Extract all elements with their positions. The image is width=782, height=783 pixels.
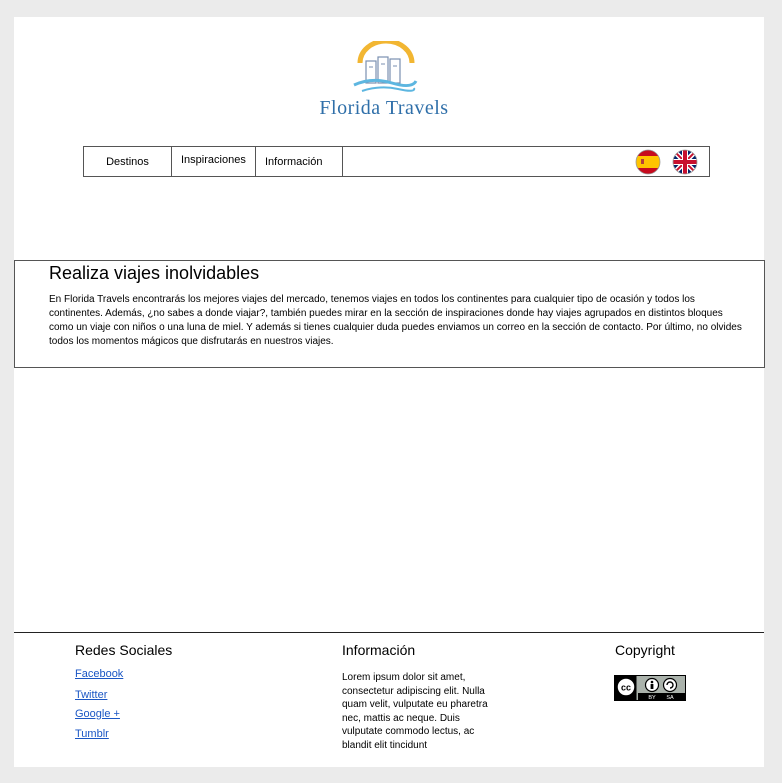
brand-logo[interactable]: Florida Travels: [304, 41, 464, 123]
intro-body: En Florida Travels encontrarás los mejor…: [49, 294, 742, 347]
social-title: Redes Sociales: [75, 642, 173, 658]
nav-item-inspiraciones[interactable]: Inspiraciones: [172, 147, 256, 176]
tumblr-link[interactable]: Tumblr: [75, 728, 109, 740]
cc-by-sa-icon[interactable]: cc BY SA: [614, 675, 686, 701]
twitter-link[interactable]: Twitter: [75, 689, 107, 701]
facebook-link[interactable]: Facebook: [75, 668, 123, 680]
uk-flag-icon[interactable]: [672, 149, 698, 175]
spain-flag-icon[interactable]: [635, 149, 661, 175]
google-plus-link[interactable]: Google +: [75, 708, 120, 720]
intro-section: Realiza viajes inolvidables En Florida T…: [14, 260, 765, 368]
info-text: Lorem ipsum dolor sit amet, consectetur …: [342, 672, 488, 751]
logo-mark-icon: [353, 41, 418, 92]
copyright-title: Copyright: [615, 642, 675, 658]
page: Florida Travels Destinos Inspiraciones I…: [14, 17, 765, 768]
cc-label: cc: [621, 683, 631, 693]
info-title: Información: [342, 642, 416, 658]
nav-item-informacion[interactable]: Información: [256, 147, 343, 176]
footer: Redes Sociales Facebook Twitter Google +…: [14, 632, 764, 768]
sa-label: SA: [666, 695, 674, 701]
nav-item-destinos[interactable]: Destinos: [84, 147, 172, 176]
by-label: BY: [648, 695, 656, 701]
brand-name: Florida Travels: [319, 97, 449, 119]
main-nav: Destinos Inspiraciones Información: [83, 146, 710, 177]
intro-title: Realiza viajes inolvidables: [49, 263, 260, 283]
